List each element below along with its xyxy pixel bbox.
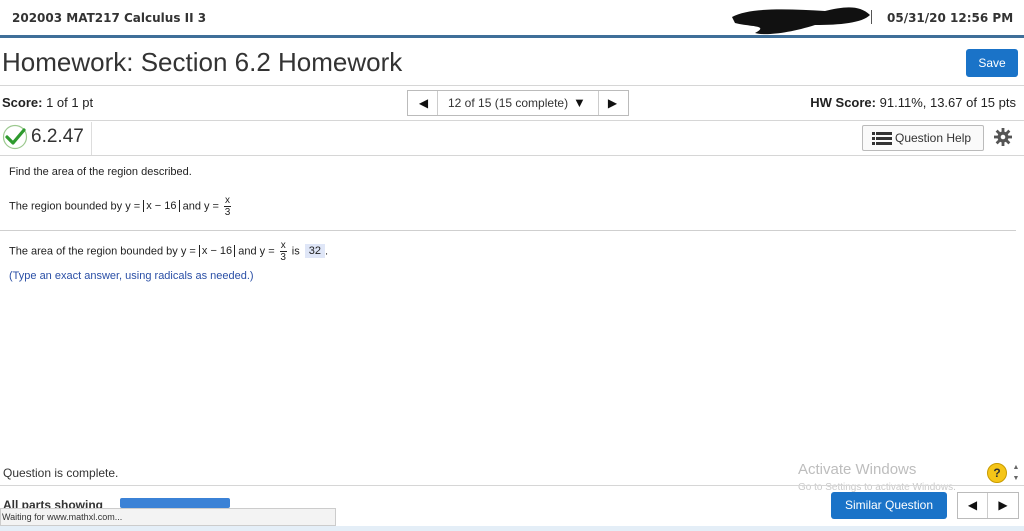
hw-score-value: 91.11%, 13.67 of 15 pts — [879, 95, 1016, 110]
activate-windows-title: Activate Windows — [798, 461, 917, 478]
score: Score: 1 of 1 pt — [2, 95, 93, 110]
date-time: 05/31/20 12:56 PM — [887, 11, 1014, 25]
answer-mid: and y = — [238, 245, 275, 258]
answer-field[interactable]: 32 — [304, 244, 326, 259]
question-help-label: Question Help — [895, 131, 972, 145]
save-button[interactable]: Save — [966, 49, 1018, 77]
fraction-denominator: 3 — [224, 207, 231, 218]
answer-is: is — [291, 245, 300, 258]
fraction-numerator: x — [279, 240, 287, 252]
region-prefix: The region bounded by y = — [9, 200, 141, 213]
scroll-arrows[interactable]: ▲ ▼ — [1011, 462, 1021, 484]
fraction-denominator: 3 — [280, 252, 286, 263]
hw-score: HW Score: 91.11%, 13.67 of 15 pts — [810, 95, 1016, 110]
top-separator — [871, 10, 872, 24]
fraction: x 3 — [279, 240, 287, 263]
question-navigator: ◀ 12 of 15 (15 complete) ▼ ▶ — [407, 90, 629, 116]
top-bar: 202003 MAT217 Calculus II 3 05/31/20 12:… — [0, 0, 1024, 38]
chevron-down-icon[interactable]: ▼ — [573, 91, 586, 115]
score-value: 1 of 1 pt — [46, 95, 94, 110]
fraction-numerator: x — [224, 195, 232, 207]
fraction: x 3 — [224, 195, 232, 218]
next-button[interactable]: ▶ — [988, 493, 1018, 518]
answer-statement: The area of the region bounded by y = x … — [9, 240, 328, 270]
page-title: Homework: Section 6.2 Homework — [2, 47, 403, 77]
browser-status-bar: Waiting for www.mathxl.com... — [0, 508, 336, 526]
check-icon — [2, 124, 28, 150]
course-title: 202003 MAT217 Calculus II 3 — [12, 11, 207, 25]
previous-question-button[interactable]: ◀ — [410, 91, 438, 115]
question-help-button[interactable]: Question Help — [862, 125, 984, 151]
divider — [0, 155, 1024, 156]
previous-button[interactable]: ◀ — [958, 493, 988, 518]
region-mid: and y = — [182, 200, 219, 213]
region-description: The region bounded by y = x − 16 and y =… — [9, 195, 233, 225]
question-status: Question is complete. — [3, 466, 119, 480]
absolute-value-expression: x − 16 — [198, 245, 236, 258]
divider — [0, 230, 1016, 231]
question-number: 6.2.47 — [31, 126, 84, 147]
answer-prefix: The area of the region bounded by y = — [9, 245, 196, 258]
divider — [0, 120, 1024, 121]
divider — [0, 485, 1024, 486]
absolute-value-expression: x − 16 — [143, 200, 180, 213]
redacted-user-name — [732, 7, 870, 35]
help-icon[interactable]: ? — [987, 463, 1007, 483]
answer-end: . — [325, 245, 329, 258]
list-icon — [872, 132, 892, 145]
answer-hint: (Type an exact answer, using radicals as… — [9, 270, 254, 282]
similar-question-button[interactable]: Similar Question — [831, 492, 947, 519]
next-question-button[interactable]: ▶ — [598, 91, 626, 115]
gear-icon[interactable] — [994, 128, 1012, 146]
question-select[interactable]: 12 of 15 (15 complete) — [448, 91, 568, 115]
taskbar-strip — [0, 526, 1024, 531]
score-label: Score: — [2, 95, 43, 110]
footer-navigator: ◀ ▶ — [957, 492, 1019, 519]
view-example-button[interactable] — [120, 498, 230, 508]
divider — [91, 122, 92, 155]
hw-score-label: HW Score: — [810, 95, 876, 110]
divider — [0, 85, 1024, 86]
question-prompt: Find the area of the region described. — [9, 166, 192, 178]
